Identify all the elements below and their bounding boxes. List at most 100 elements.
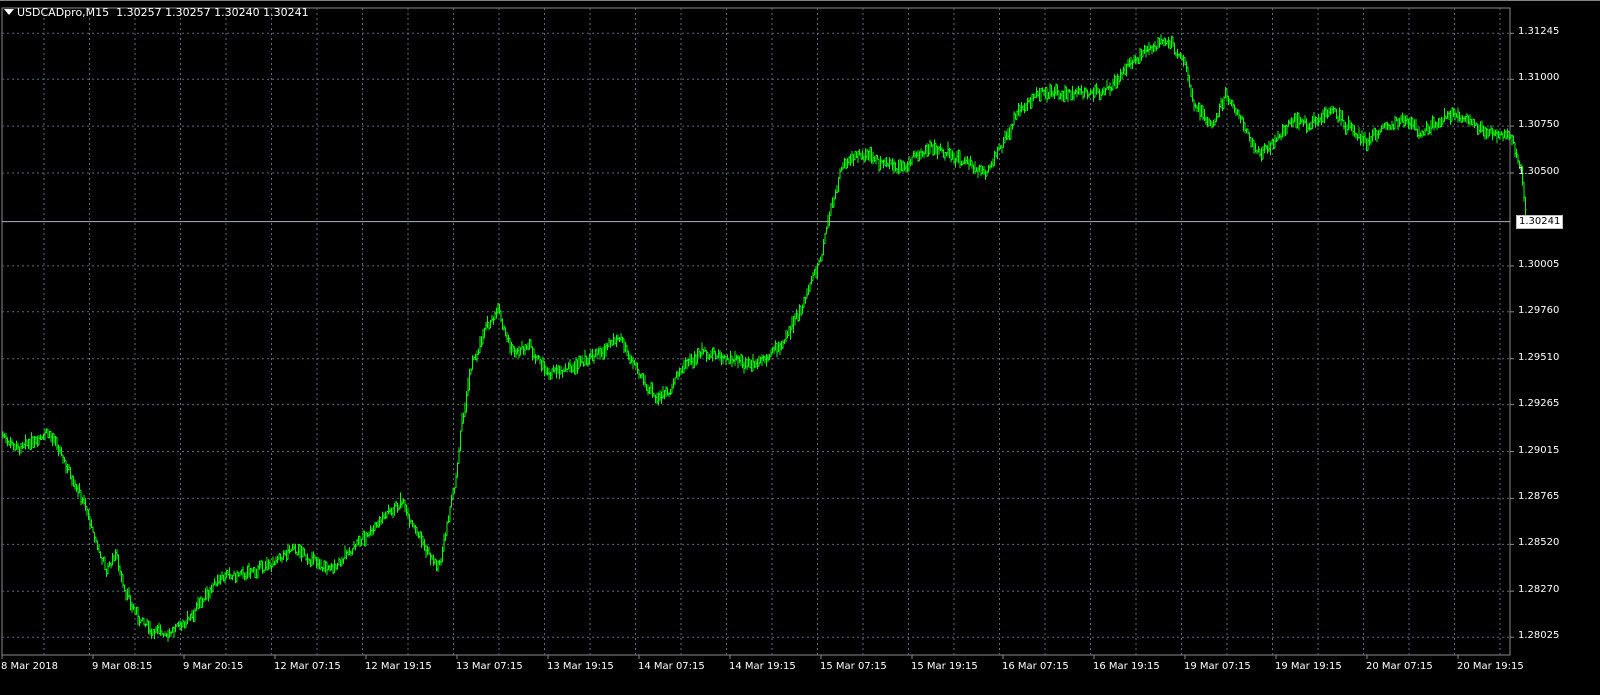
ohlc-bar	[1178, 53, 1180, 58]
ohlc-bar	[729, 350, 732, 365]
ohlc-bar	[897, 159, 900, 175]
ohlc-bar	[1148, 42, 1150, 55]
ohlc-bar	[321, 566, 324, 572]
ohlc-bar	[987, 165, 990, 173]
ohlc-bar	[149, 621, 151, 636]
ohlc-bar	[617, 334, 619, 341]
ohlc-bar	[47, 428, 49, 439]
ohlc-bar	[1487, 128, 1489, 139]
ohlc-bar	[1515, 148, 1518, 159]
ohlc-bar	[1208, 118, 1210, 127]
ohlc-bar	[707, 351, 709, 359]
ohlc-bar	[312, 551, 315, 565]
ohlc-bar	[776, 342, 778, 358]
ohlc-bar	[249, 568, 252, 579]
ohlc-bar	[201, 597, 204, 609]
ohlc-bar	[1251, 137, 1254, 148]
ohlc-bar	[437, 560, 439, 572]
ohlc-bar	[92, 526, 94, 533]
ohlc-bar	[461, 413, 463, 432]
ohlc-bar	[479, 336, 481, 354]
price-tick-label: 1.29265	[1518, 397, 1560, 409]
ohlc-bar	[623, 338, 625, 354]
time-tick-label: 14 Mar 19:15	[729, 661, 796, 672]
ohlc-bar	[645, 383, 648, 391]
ohlc-bar	[659, 390, 661, 401]
price-chart-plot[interactable]	[0, 0, 1600, 695]
ohlc-bar	[756, 358, 759, 370]
ohlc-bar	[254, 567, 256, 578]
ohlc-bar	[554, 366, 556, 374]
time-tick-label: 16 Mar 07:15	[1002, 661, 1069, 672]
price-series	[2, 34, 1527, 642]
ohlc-bar	[120, 570, 123, 583]
ohlc-bar	[668, 391, 670, 398]
ohlc-bar	[1040, 88, 1042, 102]
ohlc-bar	[1383, 122, 1386, 129]
ohlc-bar	[1205, 116, 1207, 126]
ohlc-bar	[884, 158, 886, 167]
ohlc-bar	[95, 536, 97, 543]
ohlc-bar	[371, 527, 373, 537]
ohlc-bar	[1146, 45, 1149, 53]
ohlc-bar	[686, 359, 688, 370]
ohlc-bar	[647, 384, 649, 396]
ohlc-bar	[864, 148, 867, 162]
ohlc-bar	[206, 586, 208, 600]
ohlc-bar	[1035, 87, 1038, 99]
ohlc-bar	[203, 598, 205, 603]
ohlc-bar	[1373, 127, 1375, 137]
ohlc-bar	[807, 284, 810, 296]
ohlc-bar	[131, 601, 133, 613]
ohlc-bar	[1304, 115, 1306, 124]
ohlc-bar	[326, 561, 328, 576]
ohlc-bar	[849, 154, 852, 166]
ohlc-bar	[512, 344, 514, 353]
price-tick-label: 1.29760	[1518, 304, 1560, 316]
ohlc-bar	[458, 447, 460, 465]
ohlc-bar	[857, 150, 859, 163]
ohlc-bar	[935, 143, 937, 155]
ohlc-bar	[747, 356, 750, 368]
ohlc-bar	[1491, 127, 1494, 141]
ohlc-bar	[789, 325, 792, 340]
triangle-down-icon[interactable]	[4, 9, 14, 15]
ohlc-bar	[644, 375, 646, 388]
ohlc-bar	[555, 364, 558, 379]
ohlc-bar	[584, 349, 586, 366]
ohlc-bar	[1374, 127, 1377, 141]
ohlc-bar	[939, 143, 942, 151]
ohlc-bar	[557, 365, 559, 374]
ohlc-bar	[693, 351, 696, 369]
ohlc-bar	[21, 442, 24, 450]
ohlc-bar	[354, 543, 357, 551]
ohlc-bar	[30, 432, 33, 450]
ohlc-bar	[1038, 87, 1041, 102]
ohlc-bar	[809, 282, 811, 292]
ohlc-bar	[906, 161, 909, 173]
ohlc-bar	[603, 343, 606, 360]
ohlc-bar	[1157, 36, 1159, 49]
ohlc-bar	[543, 360, 546, 377]
ohlc-bar	[1395, 117, 1398, 122]
ohlc-bar	[539, 356, 541, 365]
ohlc-bar	[1140, 48, 1143, 61]
ohlc-bar	[582, 361, 585, 367]
ohlc-bar	[429, 552, 432, 566]
ohlc-bar	[765, 354, 768, 367]
chart-window[interactable]: USDCADpro,M15 1.30257 1.30257 1.30240 1.…	[0, 0, 1600, 695]
ohlc-bar	[1092, 87, 1095, 102]
ohlc-bar	[654, 394, 657, 404]
ohlc-bar	[128, 587, 130, 600]
ohlc-bar	[750, 359, 753, 372]
ohlc-bar	[72, 475, 75, 487]
ohlc-bar	[1365, 138, 1368, 152]
ohlc-bar	[891, 158, 894, 171]
ohlc-bar	[351, 548, 354, 556]
ohlc-bar	[1199, 102, 1201, 121]
ohlc-bar	[167, 629, 169, 642]
ohlc-bar	[29, 438, 31, 450]
ohlc-bar	[213, 578, 216, 586]
price-tick-label: 1.28025	[1518, 630, 1560, 642]
ohlc-bar	[392, 507, 394, 519]
